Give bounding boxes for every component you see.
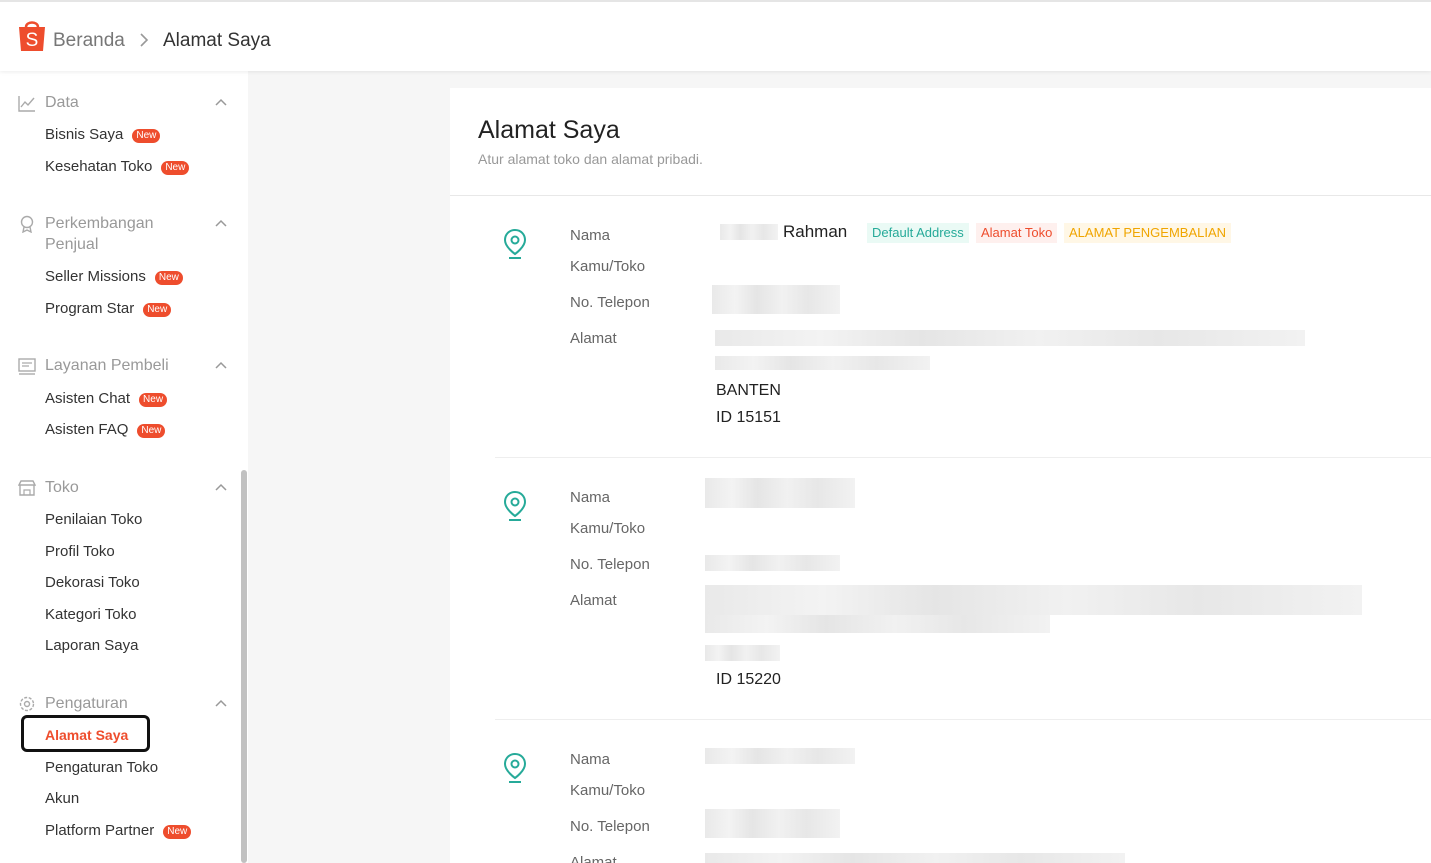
phone-label: No. Telepon (570, 294, 650, 311)
redacted-address (705, 645, 780, 661)
sidebar-item-label: Kesehatan Toko (45, 158, 153, 175)
phone-label: No. Telepon (570, 556, 650, 573)
tag-default-address: Default Address (867, 223, 969, 243)
sidebar-item-laporan-saya[interactable]: Laporan Saya (45, 636, 138, 655)
sidebar-item-profil-toko[interactable]: Profil Toko (45, 542, 115, 561)
chevron-right-icon (140, 33, 149, 47)
location-pin-icon (503, 490, 527, 521)
chevron-up-icon[interactable] (214, 482, 228, 492)
sidebar-item-label: Platform Partner (45, 822, 155, 839)
new-badge: New (163, 825, 192, 839)
redacted-address (705, 853, 1125, 863)
address-separator (495, 719, 1431, 720)
redacted-phone (705, 555, 840, 571)
page-subtitle: Atur alamat toko dan alamat pribadi. (478, 151, 703, 167)
sidebar-item-asisten-chat[interactable]: Asisten Chat New (45, 389, 168, 408)
sidebar-item-akun[interactable]: Akun (45, 789, 79, 808)
sidebar-item-platform-partner[interactable]: Platform Partner New (45, 821, 192, 840)
address-label: Alamat (570, 854, 617, 863)
shopee-logo-icon[interactable]: S (17, 18, 47, 52)
address-label: Alamat (570, 592, 617, 609)
name-label: Nama (570, 227, 611, 244)
tag-alamat-pengembalian: ALAMAT PENGEMBALIAN (1064, 223, 1232, 243)
address-card: Alamat Saya Atur alamat toko dan alamat … (450, 88, 1431, 863)
svg-text:S: S (26, 30, 39, 51)
location-pin-icon (503, 752, 527, 783)
sidebar-item-program-star[interactable]: Program Star New (45, 299, 172, 318)
card-divider (450, 195, 1431, 196)
sidebar-item-label: Program Star (45, 300, 135, 317)
new-badge: New (132, 129, 161, 143)
redacted-address (715, 356, 930, 370)
sidebar-item-seller-missions[interactable]: Seller Missions New (45, 267, 183, 286)
phone-label: No. Telepon (570, 818, 650, 835)
chevron-up-icon[interactable] (214, 360, 228, 370)
sidebar-item-dekorasi-toko[interactable]: Dekorasi Toko (45, 573, 140, 592)
redacted-name (705, 478, 855, 508)
sidebar-group-label: Data (45, 94, 79, 111)
sidebar-item-kategori-toko[interactable]: Kategori Toko (45, 605, 136, 624)
address-postal: ID 15151 (716, 409, 781, 426)
address-label: Alamat (570, 330, 617, 347)
sidebar-item-label: Asisten Chat (45, 390, 131, 407)
address-separator (495, 457, 1431, 458)
address-postal: ID 15220 (716, 671, 781, 688)
redacted-address (705, 615, 1050, 633)
chevron-up-icon[interactable] (214, 97, 228, 107)
redacted-phone (705, 809, 840, 838)
page-title: Alamat Saya (478, 116, 620, 144)
redacted-phone (712, 285, 840, 314)
name-label: Nama (570, 489, 611, 506)
sidebar-item-alamat-saya[interactable]: Alamat Saya (45, 726, 128, 745)
sidebar-item-asisten-faq[interactable]: Asisten FAQ New (45, 420, 166, 439)
shop-icon (18, 480, 36, 496)
sidebar-item-pengaturan-toko[interactable]: Pengaturan Toko (45, 758, 158, 777)
chevron-up-icon[interactable] (214, 698, 228, 708)
sidebar-item-kesehatan-toko[interactable]: Kesehatan Toko New (45, 157, 190, 176)
tag-alamat-toko: Alamat Toko (976, 223, 1058, 243)
breadcrumb-current: Alamat Saya (163, 30, 271, 51)
sidebar-group-label: Pengaturan (45, 695, 128, 712)
address-region: BANTEN (716, 382, 781, 399)
sidebar-item-bisnis-saya[interactable]: Bisnis Saya New (45, 125, 161, 144)
sidebar-item-label: Seller Missions (45, 268, 146, 285)
sidebar-item-penilaian-toko[interactable]: Penilaian Toko (45, 510, 142, 529)
address-name: Rahman (783, 222, 848, 241)
chart-line-icon (18, 96, 35, 112)
top-header: S Beranda Alamat Saya (0, 0, 1431, 71)
sidebar-group-label: Layanan Pembeli (45, 357, 169, 374)
new-badge: New (139, 393, 168, 407)
location-pin-icon (503, 228, 527, 259)
name-label-sub: Kamu/Toko (570, 520, 646, 537)
sidebar-scrollbar[interactable] (241, 470, 247, 863)
breadcrumb-home[interactable]: Beranda (53, 30, 125, 52)
name-label-sub: Kamu/Toko (570, 782, 646, 799)
new-badge: New (143, 303, 172, 317)
name-label-sub: Kamu/Toko (570, 258, 646, 275)
sidebar-item-label: Asisten FAQ (45, 421, 129, 438)
redacted-name (705, 748, 855, 764)
redacted-address (715, 330, 1305, 346)
new-badge: New (161, 161, 190, 175)
name-label: Nama (570, 751, 611, 768)
sidebar-group-label: Toko (45, 479, 79, 496)
redacted-text (720, 224, 778, 240)
redacted-address (705, 585, 1362, 615)
gear-icon (19, 696, 35, 712)
chat-box-icon (18, 358, 36, 375)
seller-growth-icon (20, 215, 34, 233)
new-badge: New (154, 271, 183, 285)
sidebar-item-label: Bisnis Saya (45, 126, 124, 143)
chevron-up-icon[interactable] (214, 218, 228, 228)
new-badge: New (137, 424, 166, 438)
sidebar-group-label: Perkembangan Penjual (45, 215, 154, 253)
